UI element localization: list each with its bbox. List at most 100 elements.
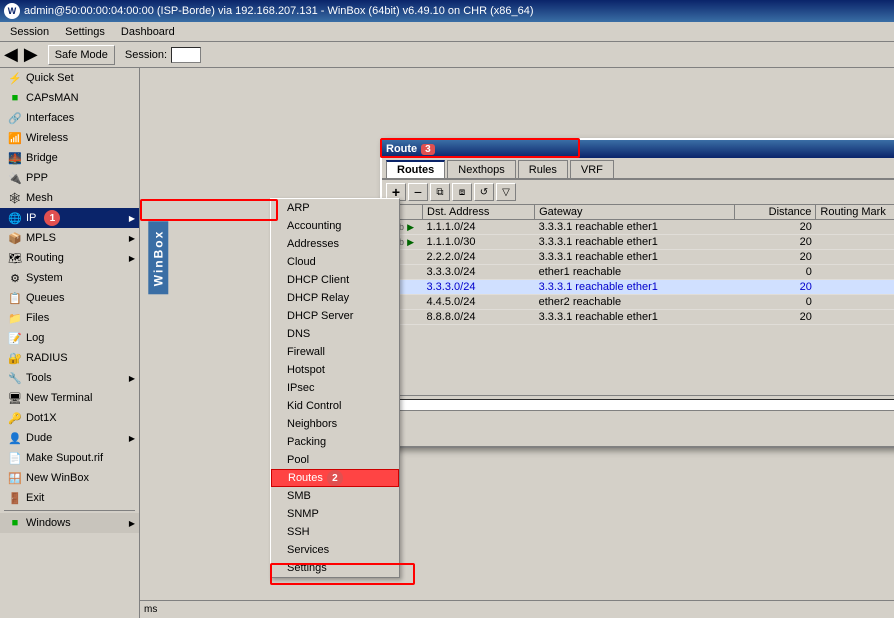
col-distance[interactable]: Distance [735, 205, 816, 220]
paste-route-button[interactable]: ⧈ [452, 183, 472, 201]
sidebar-item-exit[interactable]: 🚪 Exit [0, 488, 139, 508]
table-row[interactable]: DAb ▶ 1.1.1.0/30 3.3.3.1 reachable ether… [383, 235, 894, 250]
horizontal-scrollbar[interactable] [386, 399, 894, 411]
filter-button[interactable]: ▽ [496, 183, 516, 201]
dropdown-packing[interactable]: Packing [271, 433, 399, 451]
row-gateway: 3.3.3.1 reachable ether1 [535, 220, 735, 235]
exit-icon: 🚪 [8, 491, 22, 505]
sidebar-item-system[interactable]: ⚙ System [0, 268, 139, 288]
tools-icon: 🔧 [8, 371, 22, 385]
session-label: Session: [125, 49, 167, 61]
col-routing-mark[interactable]: Routing Mark [816, 205, 894, 220]
dropdown-dhcp-relay[interactable]: DHCP Relay [271, 289, 399, 307]
reset-route-button[interactable]: ↺ [474, 183, 494, 201]
dropdown-hotspot[interactable]: Hotspot [271, 361, 399, 379]
sidebar-item-interfaces[interactable]: 🔗 Interfaces [0, 108, 139, 128]
dropdown-smb[interactable]: SMB [271, 487, 399, 505]
tab-nexthops[interactable]: Nexthops [447, 160, 515, 178]
dropdown-snmp[interactable]: SNMP [271, 505, 399, 523]
sidebar-item-capsman[interactable]: ■ CAPsMAN [0, 88, 139, 108]
ppp-icon: 🔌 [8, 171, 22, 185]
sidebar-item-dude[interactable]: 👤 Dude [0, 428, 139, 448]
sidebar-item-wireless[interactable]: 📶 Wireless [0, 128, 139, 148]
dropdown-settings[interactable]: Settings [271, 559, 399, 577]
dropdown-accounting[interactable]: Accounting [271, 217, 399, 235]
row-gateway: 3.3.3.1 reachable ether1 [535, 235, 735, 250]
sidebar-item-mesh[interactable]: 🕸 Mesh [0, 188, 139, 208]
sidebar-item-bridge[interactable]: 🌉 Bridge [0, 148, 139, 168]
dropdown-dhcp-client[interactable]: DHCP Client [271, 271, 399, 289]
sidebar-item-tools[interactable]: 🔧 Tools [0, 368, 139, 388]
dropdown-dhcp-server[interactable]: DHCP Server [271, 307, 399, 325]
remove-route-button[interactable]: − [408, 183, 428, 201]
col-dst[interactable]: Dst. Address [423, 205, 535, 220]
sidebar-item-quick-set[interactable]: ⚡ Quick Set [0, 68, 139, 88]
dot1x-icon: 🔑 [8, 411, 22, 425]
dropdown-arp[interactable]: ARP [271, 199, 399, 217]
sidebar-item-log[interactable]: 📝 Log [0, 328, 139, 348]
nav-back-icon[interactable]: ◀ [4, 44, 18, 65]
files-icon: 📁 [8, 311, 22, 325]
dropdown-addresses[interactable]: Addresses [271, 235, 399, 253]
row-dst: 3.3.3.0/24 [423, 265, 535, 280]
route-table-container: Dst. Address Gateway Distance Routing Ma… [382, 205, 894, 395]
copy-route-button[interactable]: ⧉ [430, 183, 450, 201]
route-window-title: Route [386, 143, 417, 155]
session-input[interactable] [171, 47, 201, 63]
sidebar-item-radius[interactable]: 🔐 RADIUS [0, 348, 139, 368]
dropdown-ssh[interactable]: SSH [271, 523, 399, 541]
table-row[interactable]: DAb ▶ 1.1.1.0/24 3.3.3.1 reachable ether… [383, 220, 894, 235]
sidebar-item-new-terminal[interactable]: 🖥 New Terminal [0, 388, 139, 408]
sidebar-item-ppp[interactable]: 🔌 PPP [0, 168, 139, 188]
sidebar-item-mpls[interactable]: 📦 MPLS [0, 228, 139, 248]
table-row[interactable]: ▶ 3.3.3.0/24 ether1 reachable 0 3.3.3.2 [383, 265, 894, 280]
tab-vrf[interactable]: VRF [570, 160, 614, 178]
row-routing-mark [816, 295, 894, 310]
row-dst: 8.8.8.0/24 [423, 310, 535, 325]
dropdown-kid-control[interactable]: Kid Control [271, 397, 399, 415]
sidebar-item-files[interactable]: 📁 Files [0, 308, 139, 328]
sidebar-separator [4, 510, 135, 511]
nav-forward-icon[interactable]: ▶ [24, 44, 38, 65]
dropdown-ipsec[interactable]: IPsec [271, 379, 399, 397]
row-distance: 20 [735, 310, 816, 325]
route-window-titlebar: Route 3 _ □ ✕ [382, 140, 894, 158]
menu-bar: Session Settings Dashboard [0, 22, 894, 42]
dropdown-services[interactable]: Services [271, 541, 399, 559]
table-row[interactable]: ▶ 4.4.5.0/24 ether2 reachable 0 4.4.5.25… [383, 295, 894, 310]
safe-mode-button[interactable]: Safe Mode [48, 45, 115, 65]
dropdown-routes[interactable]: Routes 2 [271, 469, 399, 487]
sidebar-item-make-supout[interactable]: 📄 Make Supout.rif [0, 448, 139, 468]
row-gateway: 3.3.3.1 reachable ether1 [535, 280, 735, 295]
sidebar-item-windows[interactable]: ■ Windows [0, 513, 139, 533]
queues-icon: 📋 [8, 291, 22, 305]
route-window-badge: 3 [421, 144, 435, 155]
system-icon: ⚙ [8, 271, 22, 285]
route-toolbar: + − ⧉ ⧈ ↺ ▽ all [382, 180, 894, 205]
sidebar-item-new-winbox[interactable]: 🪟 New WinBox [0, 468, 139, 488]
dropdown-cloud[interactable]: Cloud [271, 253, 399, 271]
row-distance: 20 [735, 235, 816, 250]
row-routing-mark [816, 250, 894, 265]
dropdown-firewall[interactable]: Firewall [271, 343, 399, 361]
table-row[interactable]: ▶ 8.8.8.0/24 3.3.3.1 reachable ether1 20 [383, 310, 894, 325]
row-gateway: 3.3.3.1 reachable ether1 [535, 250, 735, 265]
dropdown-pool[interactable]: Pool [271, 451, 399, 469]
sidebar-item-ip[interactable]: 🌐 IP 1 [0, 208, 139, 228]
col-gateway[interactable]: Gateway [535, 205, 735, 220]
sidebar-item-dot1x[interactable]: 🔑 Dot1X [0, 408, 139, 428]
dropdown-dns[interactable]: DNS [271, 325, 399, 343]
table-row[interactable]: ▶ 3.3.3.0/24 3.3.3.1 reachable ether1 20 [383, 280, 894, 295]
row-distance: 20 [735, 280, 816, 295]
dropdown-neighbors[interactable]: Neighbors [271, 415, 399, 433]
supout-icon: 📄 [8, 451, 22, 465]
menu-dashboard[interactable]: Dashboard [113, 24, 183, 40]
sidebar-item-queues[interactable]: 📋 Queues [0, 288, 139, 308]
tab-rules[interactable]: Rules [518, 160, 568, 178]
menu-settings[interactable]: Settings [57, 24, 113, 40]
sidebar-item-routing[interactable]: 🗺 Routing [0, 248, 139, 268]
menu-session[interactable]: Session [2, 24, 57, 40]
row-dst: 1.1.1.0/30 [423, 235, 535, 250]
tab-routes[interactable]: Routes [386, 160, 445, 178]
table-row[interactable]: ▶ 2.2.2.0/24 3.3.3.1 reachable ether1 20 [383, 250, 894, 265]
